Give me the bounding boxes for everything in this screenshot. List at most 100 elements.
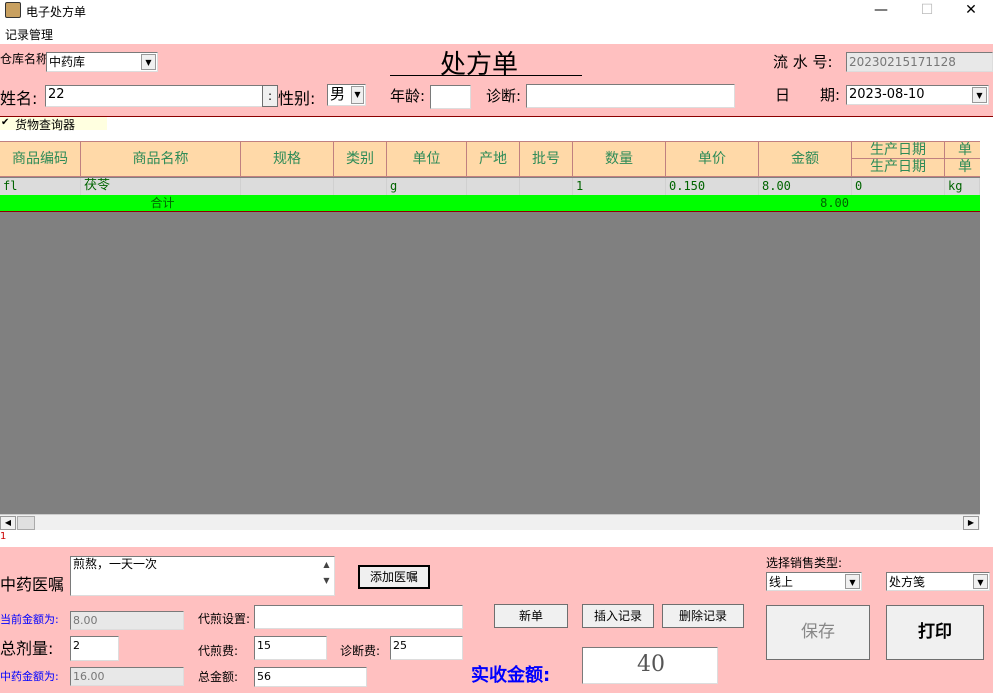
- goods-query-toggle[interactable]: ✔ 货物查询器: [0, 117, 107, 132]
- minimize-button[interactable]: —: [858, 0, 904, 22]
- tcm-amount-label: 中药金额为:: [0, 670, 59, 683]
- serial-field: 20230215171128: [846, 52, 993, 72]
- col-header-batch[interactable]: 批号: [520, 142, 573, 177]
- prescription-form: 仓库名称 中药库 ▼ 处方单 流 水 号: 20230215171128 姓名:…: [0, 44, 993, 116]
- scroll-left-icon[interactable]: ◀: [0, 516, 16, 530]
- app-icon: [5, 2, 21, 18]
- last-header-bottom: 单: [958, 159, 972, 175]
- last-header-top: 单: [945, 142, 980, 159]
- col-header-price[interactable]: 单价: [666, 142, 759, 177]
- name-lookup-button[interactable]: :: [262, 85, 278, 107]
- cell-category[interactable]: [334, 178, 387, 195]
- chevron-down-icon[interactable]: ▼: [972, 87, 987, 103]
- sale-type-value: 线上: [769, 575, 794, 589]
- sum-row: 合计 8.00: [0, 195, 980, 212]
- col-header-prod-date[interactable]: 生产日期 生产日期: [852, 142, 945, 177]
- cell-batch[interactable]: [520, 178, 573, 195]
- add-advice-button[interactable]: 添加医嘱: [358, 565, 430, 589]
- cell-code[interactable]: fl: [0, 178, 81, 195]
- date-label-2: 期:: [820, 86, 841, 104]
- checkbox-icon[interactable]: ✔: [1, 117, 9, 128]
- decoct-setting-label: 代煎设置:: [198, 612, 251, 626]
- chevron-down-icon[interactable]: ▼: [141, 54, 156, 70]
- diag-fee-label: 诊断费:: [340, 644, 381, 658]
- cell-price[interactable]: 0.150: [666, 178, 759, 195]
- diagnosis-label: 诊断:: [486, 87, 522, 105]
- delete-record-button[interactable]: 删除记录: [662, 604, 744, 628]
- advice-textarea[interactable]: 煎熬，一天一次 ▲ ▼: [70, 556, 335, 596]
- advice-label: 中药医嘱: [0, 575, 65, 594]
- scroll-thumb[interactable]: [17, 516, 35, 530]
- name-field[interactable]: 22: [45, 85, 263, 107]
- tcm-amount-field: 16.00: [70, 667, 184, 686]
- maximize-button[interactable]: ☐: [904, 0, 950, 22]
- current-amount-field: 8.00: [70, 611, 184, 630]
- print-button[interactable]: 打印: [886, 605, 984, 660]
- items-grid[interactable]: 商品编码 商品名称 规格 类别 单位 产地 批号 数量 单价 金额 生产日期 生…: [0, 141, 980, 514]
- sale-type-select[interactable]: 线上 ▼: [766, 572, 862, 591]
- toolbar-row: ✔ 货物查询器: [0, 117, 993, 141]
- menu-record-management[interactable]: 记录管理: [5, 26, 53, 43]
- received-amount-field[interactable]: 40: [582, 647, 718, 684]
- total-dose-field[interactable]: 2: [70, 636, 119, 661]
- title-bar: 电子处方单 — ☐ ✕: [0, 0, 993, 22]
- sum-label: 合计: [150, 196, 175, 210]
- total-amount-field[interactable]: 56: [254, 667, 367, 687]
- col-header-code[interactable]: 商品编码: [0, 142, 81, 177]
- col-header-spec[interactable]: 规格: [241, 142, 334, 177]
- decoct-setting-field[interactable]: [254, 605, 463, 629]
- save-button[interactable]: 保存: [766, 605, 870, 660]
- insert-record-button[interactable]: 插入记录: [582, 604, 654, 628]
- age-label: 年龄:: [390, 87, 426, 105]
- date-picker[interactable]: 2023-08-10 ▼: [846, 85, 989, 105]
- decoct-fee-label: 代煎费:: [198, 644, 239, 658]
- horizontal-scrollbar[interactable]: ◀ ▶: [0, 514, 980, 530]
- col-header-category[interactable]: 类别: [334, 142, 387, 177]
- cell-qty[interactable]: 1: [573, 178, 666, 195]
- bottom-panel: 中药医嘱 煎熬，一天一次 ▲ ▼ 添加医嘱 选择销售类型: 线上 ▼ 处方笺 ▼ …: [0, 547, 993, 693]
- scroll-right-icon[interactable]: ▶: [963, 516, 979, 530]
- chevron-down-icon[interactable]: ▼: [845, 574, 860, 589]
- col-header-qty[interactable]: 数量: [573, 142, 666, 177]
- cell-spec[interactable]: [241, 178, 334, 195]
- total-amount-label: 总金额:: [198, 670, 239, 684]
- age-field[interactable]: [430, 85, 471, 109]
- col-header-last[interactable]: 单 单: [945, 142, 980, 177]
- col-header-name[interactable]: 商品名称: [81, 142, 241, 177]
- cell-unit[interactable]: g: [387, 178, 467, 195]
- warehouse-value: 中药库: [49, 55, 86, 69]
- rx-type-value: 处方笺: [889, 575, 926, 589]
- warehouse-label: 仓库名称: [0, 52, 49, 66]
- diag-fee-field[interactable]: 25: [390, 636, 463, 660]
- cell-prod-date[interactable]: 0: [852, 178, 945, 195]
- close-button[interactable]: ✕: [948, 0, 993, 22]
- col-header-amount[interactable]: 金额: [759, 142, 852, 177]
- prod-date-header-bottom: 生产日期: [870, 159, 926, 175]
- sale-type-label: 选择销售类型:: [766, 556, 843, 570]
- name-label: 姓名:: [0, 89, 38, 108]
- rx-type-select[interactable]: 处方笺 ▼: [886, 572, 990, 591]
- received-amount-label: 实收金额:: [471, 665, 551, 686]
- date-value: 2023-08-10: [849, 87, 925, 102]
- cell-last[interactable]: kg: [945, 178, 980, 195]
- warehouse-select[interactable]: 中药库 ▼: [46, 52, 158, 72]
- chevron-down-icon[interactable]: ▼: [973, 574, 988, 589]
- advice-scrollbar[interactable]: ▲ ▼: [319, 557, 334, 595]
- gender-select[interactable]: 男 ▼: [327, 84, 366, 106]
- date-label-1: 日: [775, 86, 791, 104]
- table-row[interactable]: fl 茯苓 g 1 0.150 8.00 0 kg: [0, 178, 980, 195]
- gender-label: 性别:: [278, 89, 316, 108]
- advice-text: 煎熬，一天一次: [73, 557, 158, 571]
- cell-origin[interactable]: [467, 178, 520, 195]
- cell-amount[interactable]: 8.00: [759, 178, 852, 195]
- goods-query-label: 货物查询器: [15, 118, 76, 132]
- col-header-unit[interactable]: 单位: [387, 142, 467, 177]
- sum-amount: 8.00: [820, 196, 849, 210]
- diagnosis-field[interactable]: [526, 84, 735, 108]
- cell-name[interactable]: 茯苓: [81, 178, 241, 195]
- total-dose-label: 总剂量:: [0, 639, 54, 658]
- chevron-down-icon[interactable]: ▼: [351, 86, 364, 104]
- decoct-fee-field[interactable]: 15: [254, 636, 327, 660]
- new-button[interactable]: 新单: [494, 604, 568, 628]
- col-header-origin[interactable]: 产地: [467, 142, 520, 177]
